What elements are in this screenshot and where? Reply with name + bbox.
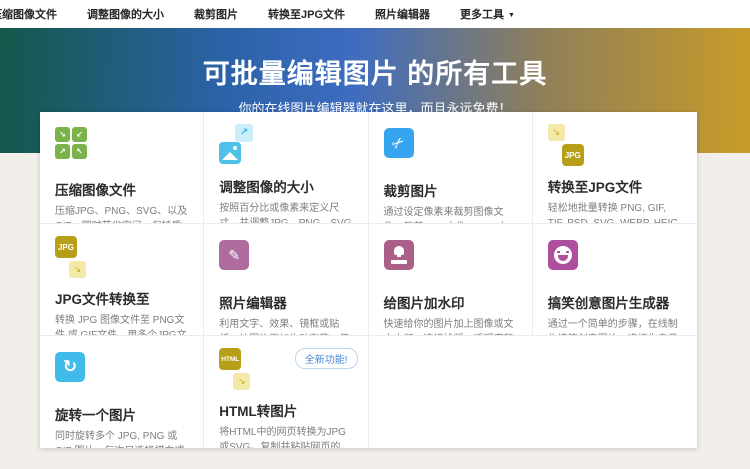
- tool-card-title: 裁剪图片: [384, 180, 517, 200]
- tool-icon-wrap: ✂: [384, 128, 517, 172]
- tool-card-title: 调整图像的大小: [219, 176, 352, 196]
- nav-item-label: 压缩图像文件: [0, 9, 57, 21]
- tool-card-desc: 通过一个简单的步骤，在线制作搞笑创意图片。选择你自己的模板，或者从最流行的模板中…: [548, 317, 682, 336]
- tool-card-desc: 利用文字、效果、镜框或贴纸，让图片更加生动有趣。使用简便的编辑工具，满足你的创意…: [219, 317, 352, 336]
- tool-card-title: 照片编辑器: [219, 292, 352, 312]
- nav-item-0[interactable]: 压缩图像文件: [0, 6, 57, 22]
- tool-icon-wrap: ↻: [55, 352, 188, 396]
- tool-card-desc: 将HTML中的网页转换为JPG或SVG。复制并粘贴网页的URL链接，然后单击，将…: [219, 425, 352, 448]
- hero-title: 可批量编辑图片 的所有工具: [0, 28, 750, 91]
- tools-panel: ↘↙↗↖ 压缩图像文件压缩JPG、PNG、SVG、以及GIF，同时节省空间，保持质…: [40, 112, 697, 448]
- tool-icon-wrap: ✎: [219, 240, 352, 284]
- tool-card-title: HTML转图片: [219, 400, 352, 420]
- nav-item-1[interactable]: 调整图像的大小: [87, 6, 164, 22]
- tool-card-desc: 同时旋转多个 JPG, PNG 或 GIF 图片。每次只选择横向或纵向图片!: [55, 429, 188, 448]
- tool-card-title: 搞笑创意图片生成器: [548, 292, 682, 312]
- tool-card-title: 压缩图像文件: [55, 179, 188, 199]
- tool-card-title: JPG文件转换至: [55, 288, 188, 308]
- tool-card-title: 给图片加水印: [384, 292, 517, 312]
- tool-card[interactable]: ✂ 裁剪图片通过设定像素来裁剪图像文件。裁剪 JPG文件、PNG文件 或 GIF …: [369, 112, 533, 224]
- nav-item-label: 裁剪图片: [194, 9, 238, 21]
- nav-item-label: 更多工具: [460, 9, 504, 21]
- nav-item-label: 转换至JPG文件: [268, 9, 345, 21]
- convert-to-jpg-icon: ↘JPG: [548, 124, 590, 166]
- tool-icon-wrap: ↗: [219, 124, 352, 168]
- nav-item-2[interactable]: 裁剪图片: [194, 6, 238, 22]
- tool-card[interactable]: 搞笑创意图片生成器通过一个简单的步骤，在线制作搞笑创意图片。选择你自己的模板，或…: [533, 224, 697, 336]
- crop-icon: ✂: [384, 128, 414, 158]
- tool-card[interactable]: JPG↘ JPG文件转换至转换 JPG 图像文件至 PNG文件 或 GIF文件。用…: [40, 224, 204, 336]
- top-navigation: 压缩图像文件 调整图像的大小 裁剪图片 转换至JPG文件 照片编辑器 更多工具 ▼: [0, 0, 750, 28]
- nav-item-3[interactable]: 转换至JPG文件: [268, 6, 345, 22]
- tool-card-desc: 快速给你的图片加上图像或文本水印。选择排版、透明度和位置。: [384, 317, 517, 336]
- rotate-image-icon: ↻: [55, 352, 85, 382]
- tool-card[interactable]: ↘↙↗↖ 压缩图像文件压缩JPG、PNG、SVG、以及GIF，同时节省空间，保持质…: [40, 112, 204, 224]
- tool-card-title: 旋转一个图片: [55, 404, 188, 424]
- chevron-down-icon: ▼: [508, 12, 515, 19]
- new-feature-badge: 全新功能!: [295, 348, 358, 369]
- tool-card[interactable]: ↻ 旋转一个图片同时旋转多个 JPG, PNG 或 GIF 图片。每次只选择横向或…: [40, 336, 204, 448]
- convert-from-jpg-icon: JPG↘: [55, 236, 97, 278]
- meme-generator-icon: [548, 240, 578, 270]
- tool-card-desc: 按照百分比或像素来定义尺寸，并调整JPG、PNG、SVG和GIF图片的尺寸。: [219, 201, 352, 224]
- tool-card[interactable]: ↘JPG 转换至JPG文件轻松地批量转换 PNG, GIF, TIF, PSD, …: [533, 112, 697, 224]
- tool-icon-wrap: JPG↘: [55, 236, 188, 280]
- nav-item-4[interactable]: 照片编辑器: [375, 6, 430, 22]
- nav-item-label: 调整图像的大小: [87, 9, 164, 21]
- tools-grid: ↘↙↗↖ 压缩图像文件压缩JPG、PNG、SVG、以及GIF，同时节省空间，保持质…: [40, 112, 697, 448]
- tool-icon-wrap: [384, 240, 517, 284]
- tool-icon-wrap: ↘↙↗↖: [55, 127, 188, 171]
- tool-card-desc: 转换 JPG 图像文件至 PNG文件 或 GIF文件。用多个JPG文件创建一个 …: [55, 313, 188, 336]
- watermark-icon: [384, 240, 414, 270]
- resize-icon: ↗: [219, 124, 261, 166]
- tool-icon-wrap: ↘JPG: [548, 124, 682, 168]
- tool-card-desc: 通过设定像素来裁剪图像文件。裁剪 JPG文件、PNG文件 或 GIF 图像文件。: [384, 205, 517, 224]
- tool-card[interactable]: 全新功能! HTML↘ HTML转图片将HTML中的网页转换为JPG或SVG。复制并…: [204, 336, 368, 448]
- photo-editor-icon: ✎: [219, 240, 249, 270]
- tool-card-title: 转换至JPG文件: [548, 176, 682, 196]
- tool-card-desc: 压缩JPG、PNG、SVG、以及GIF，同时节省空间，保持质量。: [55, 204, 188, 224]
- tool-card-desc: 轻松地批量转换 PNG, GIF, TIF, PSD, SVG, WEBP, H…: [548, 201, 682, 224]
- empty-cell: [533, 336, 697, 448]
- nav-item-5[interactable]: 更多工具 ▼: [460, 6, 515, 22]
- html-to-image-icon: HTML↘: [219, 348, 261, 390]
- tool-card[interactable]: 给图片加水印快速给你的图片加上图像或文本水印。选择排版、透明度和位置。: [369, 224, 533, 336]
- tool-card[interactable]: ↗ 调整图像的大小按照百分比或像素来定义尺寸，并调整JPG、PNG、SVG和GIF…: [204, 112, 368, 224]
- tool-card[interactable]: ✎ 照片编辑器利用文字、效果、镜框或贴纸，让图片更加生动有趣。使用简便的编辑工具，…: [204, 224, 368, 336]
- nav-item-label: 照片编辑器: [375, 9, 430, 21]
- compress-icon: ↘↙↗↖: [55, 127, 87, 159]
- tool-icon-wrap: [548, 240, 682, 284]
- empty-cell: [369, 336, 533, 448]
